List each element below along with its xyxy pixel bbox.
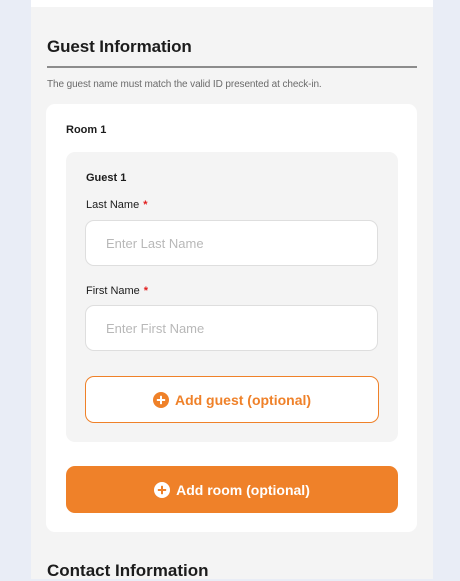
previous-section-edge bbox=[31, 0, 433, 7]
last-name-input[interactable] bbox=[85, 220, 378, 266]
add-room-label: Add room (optional) bbox=[176, 481, 310, 498]
first-name-input[interactable] bbox=[85, 305, 378, 351]
plus-circle-icon bbox=[152, 391, 169, 408]
guest-label: Guest 1 bbox=[86, 172, 127, 184]
last-name-label: Last Name * bbox=[86, 199, 147, 211]
required-mark: * bbox=[143, 199, 148, 211]
room-card: Room 1 Guest 1 Last Name* First Name* Ad… bbox=[46, 104, 417, 532]
first-name-label: First Name * bbox=[86, 285, 148, 297]
add-guest-label: Add guest (optional) bbox=[174, 391, 312, 408]
required-mark: * bbox=[143, 285, 149, 297]
contact-information-title: Contact Information bbox=[47, 561, 209, 580]
guest-name-note: The guest name must match the valid ID p… bbox=[47, 79, 322, 90]
title-divider bbox=[47, 66, 417, 68]
first-name-label-text: First Name bbox=[86, 285, 140, 297]
guest-box: Guest 1 Last Name* First Name* Add guest… bbox=[66, 152, 398, 442]
plus-circle-icon bbox=[154, 481, 171, 498]
guest-information-title: Guest Information bbox=[47, 37, 192, 56]
add-guest-button[interactable]: Add guest (optional) bbox=[85, 376, 379, 423]
add-room-button[interactable]: Add room (optional) bbox=[66, 466, 398, 513]
last-name-label-text: Last Name bbox=[86, 199, 140, 211]
room-label: Room 1 bbox=[66, 124, 107, 136]
booking-form-panel: Guest Information The guest name must ma… bbox=[31, 0, 433, 580]
